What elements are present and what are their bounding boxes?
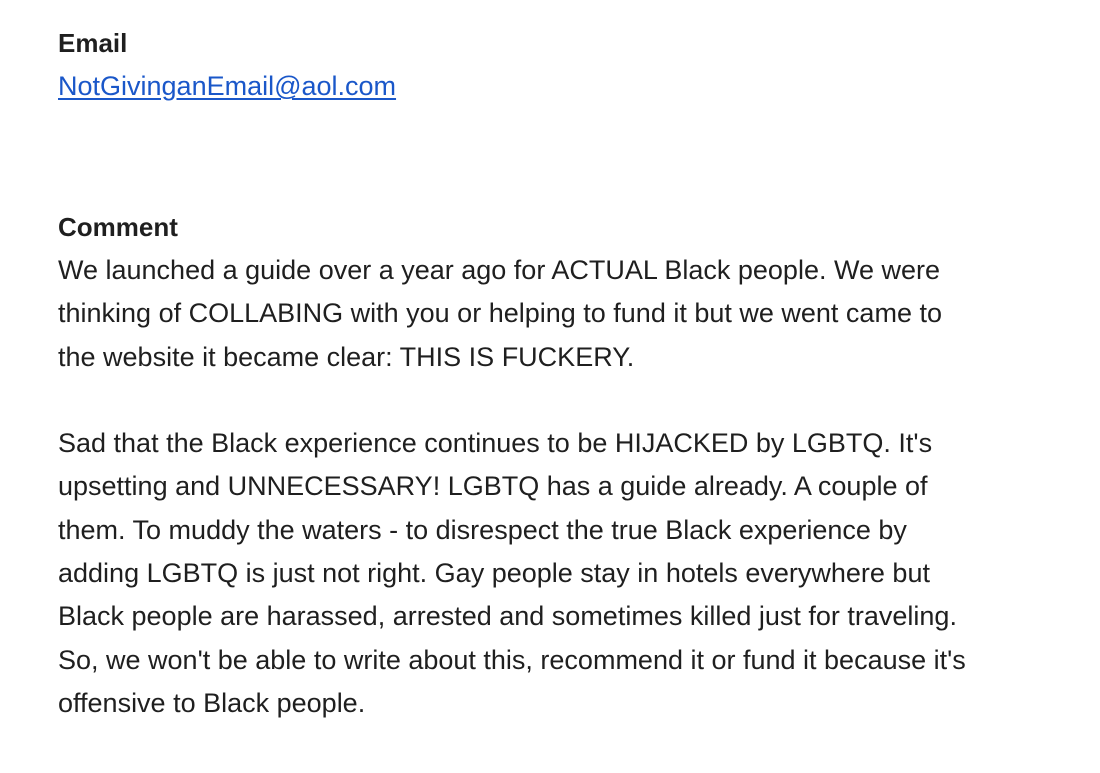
comment-line: upsetting and UNNECESSARY! LGBTQ has a g… bbox=[58, 471, 928, 502]
comment-paragraph-1: We launched a guide over a year ago for … bbox=[58, 249, 1068, 379]
email-link[interactable]: NotGivinganEmail@aol.com bbox=[58, 69, 396, 103]
comment-section: Comment We launched a guide over a year … bbox=[58, 210, 1068, 725]
comment-line: Sad that the Black experience continues … bbox=[58, 428, 933, 459]
comment-line: adding LGBTQ is just not right. Gay peop… bbox=[58, 558, 930, 589]
email-section: Email NotGivinganEmail@aol.com bbox=[58, 26, 1068, 103]
comment-line: We launched a guide over a year ago for … bbox=[58, 255, 940, 285]
email-label: Email bbox=[58, 28, 128, 58]
comment-line: the website it became clear: THIS IS FUC… bbox=[58, 341, 635, 372]
comment-line: offensive to Black people. bbox=[58, 687, 366, 718]
comment-label: Comment bbox=[58, 212, 178, 242]
submission-details: Email NotGivinganEmail@aol.com Comment W… bbox=[58, 26, 1068, 725]
comment-line: thinking of COLLABING with you or helpin… bbox=[58, 298, 942, 329]
comment-paragraph-2: Sad that the Black experience continues … bbox=[58, 422, 1068, 725]
comment-line: So, we won't be able to write about this… bbox=[58, 644, 966, 675]
comment-line: them. To muddy the waters - to disrespec… bbox=[58, 514, 907, 545]
comment-line: Black people are harassed, arrested and … bbox=[58, 601, 957, 632]
